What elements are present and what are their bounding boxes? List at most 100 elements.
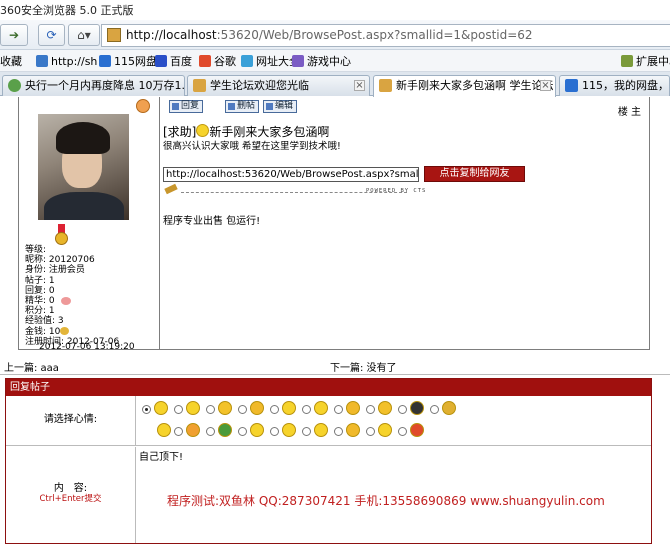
mood-option[interactable] (206, 399, 236, 417)
mood-radio[interactable] (398, 405, 407, 414)
mood-option[interactable] (270, 421, 300, 439)
mood-radio[interactable] (334, 427, 343, 436)
mood-option[interactable] (142, 399, 172, 417)
tab-label: 央行一个月内再度降息 10万存1... (25, 79, 185, 92)
edit-icon (266, 103, 273, 110)
post-title-prefix: [求助] (163, 125, 197, 139)
forward-button[interactable]: ➔ (0, 24, 28, 46)
site-favicon-icon (107, 28, 121, 42)
mood-radio[interactable] (206, 427, 215, 436)
mood-option[interactable] (366, 421, 396, 439)
mood-option[interactable] (430, 399, 460, 417)
mood-radio[interactable] (238, 427, 247, 436)
fav-item-sh[interactable]: http://sh (36, 53, 97, 69)
mood-label: 请选择心情: (6, 396, 136, 446)
puzzle-icon (621, 55, 633, 67)
delete-post-button[interactable]: 删帖 (225, 100, 260, 113)
stat-replies: 回复: 0 (25, 285, 55, 296)
delete-label: 删帖 (237, 101, 256, 111)
author-panel: 等级: 昵称: 20120706 身份: 注册会员 帖子: 1 回复: 0 精华… (19, 97, 160, 352)
extension-center-button[interactable]: 扩展中心 (621, 53, 670, 69)
submit-hint: Ctrl+Enter提交 (39, 494, 102, 504)
tab-forum-home[interactable]: 学生论坛欢迎您光临 × (187, 75, 370, 96)
fav-item-games[interactable]: 游戏中心 (292, 53, 351, 69)
home-icon: ⌂▾ (77, 28, 91, 42)
forum-favicon-icon (379, 79, 392, 92)
mood-radio[interactable] (270, 405, 279, 414)
google-icon (199, 55, 211, 67)
mood-radio[interactable] (430, 405, 439, 414)
mood-radio[interactable] (302, 405, 311, 414)
mood-radio[interactable] (334, 405, 343, 414)
mood-option[interactable] (238, 399, 268, 417)
mood-option[interactable] (302, 399, 332, 417)
mood-radio[interactable] (238, 405, 247, 414)
address-url[interactable]: http://localhost:53620/Web/BrowsePost.as… (126, 28, 533, 42)
tab-115[interactable]: 115，我的网盘，改变 (559, 75, 670, 96)
ie-icon (8, 79, 21, 92)
close-icon[interactable]: × (540, 80, 551, 91)
home-button[interactable]: ⌂▾ (68, 24, 100, 46)
mood-option[interactable] (270, 399, 300, 417)
mood-option[interactable] (398, 399, 428, 417)
emoticon-icon (154, 401, 168, 415)
close-icon[interactable]: × (354, 80, 365, 91)
favorites-label[interactable]: 收藏 (0, 53, 22, 69)
emoticon-icon (250, 423, 264, 437)
stat-essence: 精华: 0 (25, 296, 55, 307)
copy-link-button[interactable]: 点击复制给网友 (424, 166, 525, 182)
mood-option[interactable] (334, 399, 364, 417)
share-url-field[interactable]: http://localhost:53620/Web/BrowsePost.as… (163, 167, 419, 182)
tab-bar: 央行一个月内再度降息 10万存1... 学生论坛欢迎您光临 × 新手刚来大家多包… (0, 72, 670, 97)
fav-item-115[interactable]: 115网盘 (99, 53, 157, 69)
title-bar: 360安全浏览器 5.0 正式版 (0, 0, 670, 20)
author-stats: 等级: 昵称: 20120706 身份: 注册会员 帖子: 1 回复: 0 精华… (25, 245, 119, 347)
fav-label: http://sh (51, 54, 98, 68)
mood-option[interactable] (334, 421, 364, 439)
lips-icon (60, 296, 71, 305)
mood-radio[interactable] (366, 427, 375, 436)
mood-radio[interactable] (302, 427, 311, 436)
mood-option[interactable] (238, 421, 268, 439)
mood-radio[interactable] (270, 427, 279, 436)
prev-post-link[interactable]: 上一篇: aaa (4, 359, 59, 374)
fav-label: 谷歌 (214, 55, 236, 68)
mood-option[interactable] (398, 421, 428, 439)
stat-points: 积分: 1 (25, 306, 55, 317)
mood-radio[interactable] (366, 405, 375, 414)
mood-radio[interactable] (142, 405, 151, 414)
window-title: 360安全浏览器 5.0 正式版 (0, 4, 134, 17)
emoticon-icon (186, 423, 200, 437)
gamepad-icon (292, 55, 304, 67)
post-navigation: 上一篇: aaa 下一篇: 没有了 (0, 359, 670, 375)
smile-icon (196, 124, 210, 137)
post-box: 等级: 昵称: 20120706 身份: 注册会员 帖子: 1 回复: 0 精华… (18, 97, 650, 352)
reply-button[interactable]: 回复 (169, 100, 204, 113)
fav-label: 游戏中心 (307, 55, 351, 68)
mood-radio[interactable] (174, 405, 183, 414)
mood-radio[interactable] (174, 427, 183, 436)
mood-option[interactable] (302, 421, 332, 439)
mood-option[interactable] (174, 399, 204, 417)
mood-option[interactable] (206, 421, 236, 439)
next-post-link[interactable]: 下一篇: 没有了 (330, 359, 397, 374)
fav-item-google[interactable]: 谷歌 (199, 53, 236, 69)
reply-content-textarea[interactable]: 自己顶下! 程序测试:双鱼林 QQ:287307421 手机:135586908… (137, 447, 651, 543)
emoticon-icon (218, 401, 232, 415)
tab-news[interactable]: 央行一个月内再度降息 10万存1... (2, 75, 185, 96)
edit-post-button[interactable]: 编辑 (263, 100, 298, 113)
mood-radio[interactable] (206, 405, 215, 414)
address-bar[interactable]: http://localhost:53620/Web/BrowsePost.as… (101, 24, 670, 47)
emoticon-icon (314, 401, 328, 415)
mood-options (137, 396, 651, 446)
mood-option[interactable] (366, 399, 396, 417)
tab-label: 115，我的网盘，改变 (582, 79, 669, 92)
tab-current-post[interactable]: 新手刚来大家多包涵啊 学生论坛 × (373, 75, 556, 97)
stat-money: 金钱: 10 (25, 326, 61, 337)
emoticon-icon (314, 423, 328, 437)
refresh-button[interactable]: ⟳ (38, 24, 65, 46)
mood-radio[interactable] (398, 427, 407, 436)
fav-label: 扩展中心 (636, 55, 670, 68)
mood-option[interactable] (174, 421, 204, 439)
fav-item-baidu[interactable]: 百度 (155, 53, 192, 69)
